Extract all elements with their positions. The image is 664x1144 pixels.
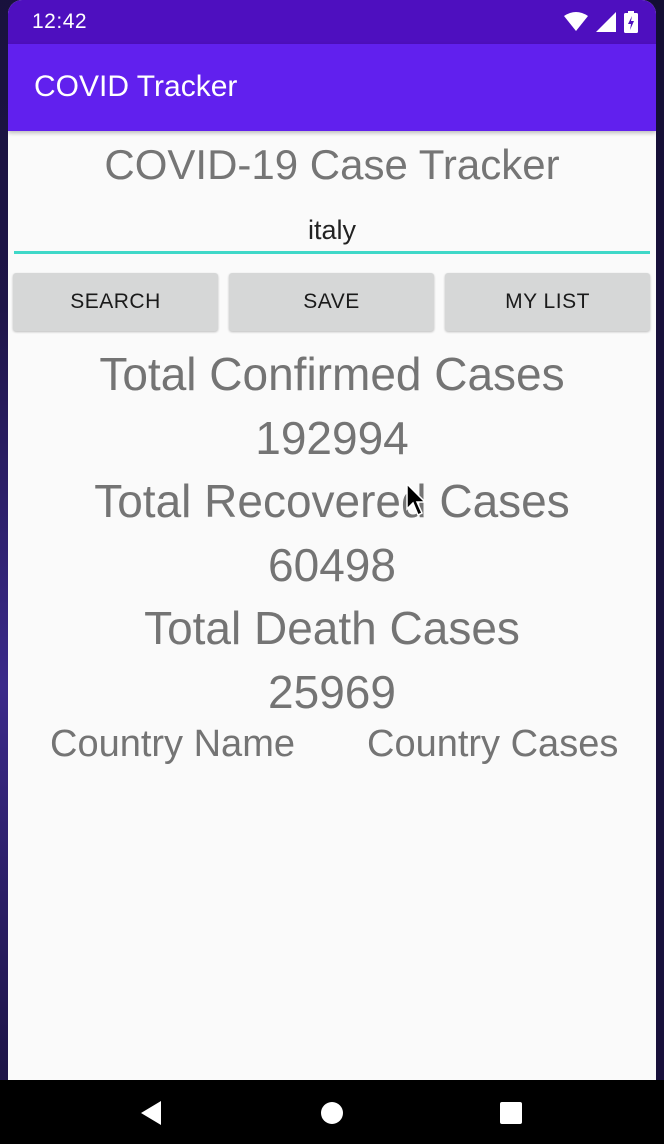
battery-icon	[624, 11, 638, 33]
confirmed-cases-value: 192994	[255, 412, 409, 464]
app-title: COVID Tracker	[34, 70, 238, 103]
save-button[interactable]: SAVE	[229, 273, 434, 331]
recovered-cases-value: 60498	[268, 539, 396, 591]
device-frame: 12:42 COVID Tracker COVID-19 Case Tracke…	[0, 0, 664, 1144]
country-cases-header: Country Cases	[367, 723, 619, 765]
navigation-bar	[0, 1080, 664, 1144]
recents-icon[interactable]	[498, 1100, 524, 1126]
main-content: COVID-19 Case Tracker SEARCH SAVE MY LIS…	[8, 131, 656, 1080]
death-cases-value: 25969	[268, 666, 396, 718]
page-heading: COVID-19 Case Tracker	[104, 141, 560, 188]
country-name-header: Country Name	[50, 723, 295, 765]
search-button[interactable]: SEARCH	[13, 273, 218, 331]
status-time: 12:42	[32, 10, 88, 33]
status-icons	[564, 10, 638, 34]
confirmed-cases-label: Total Confirmed Cases	[99, 348, 565, 400]
country-search-input[interactable]	[14, 209, 650, 254]
signal-icon	[596, 12, 616, 32]
mouse-cursor-icon	[406, 483, 427, 517]
recovered-cases-label: Total Recovered Cases	[94, 475, 570, 527]
home-icon[interactable]	[319, 1100, 345, 1126]
wifi-icon	[564, 12, 588, 31]
my-list-button[interactable]: MY LIST	[445, 273, 650, 331]
status-bar: 12:42	[8, 0, 656, 44]
death-cases-label: Total Death Cases	[144, 602, 520, 654]
app-bar: COVID Tracker	[8, 44, 656, 131]
phone-screen: 12:42 COVID Tracker COVID-19 Case Tracke…	[8, 0, 656, 1144]
back-icon[interactable]	[139, 1100, 165, 1126]
